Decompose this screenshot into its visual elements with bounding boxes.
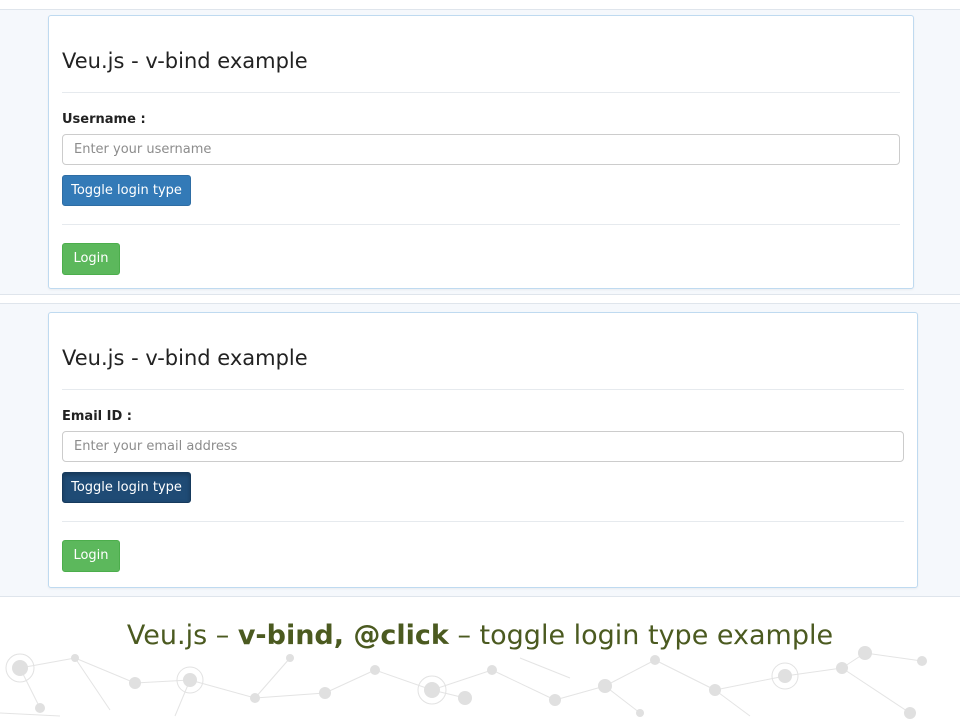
- login-panel: Veu.js - v-bind example Username : Toggl…: [48, 15, 914, 289]
- screenshot-email-mode: Veu.js - v-bind example Email ID : Toggl…: [0, 303, 960, 597]
- login-button[interactable]: Login: [62, 243, 120, 275]
- panel-title: Veu.js - v-bind example: [62, 346, 308, 370]
- screenshot-username-mode: Veu.js - v-bind example Username : Toggl…: [0, 9, 960, 295]
- username-input[interactable]: [62, 134, 900, 165]
- panel-title: Veu.js - v-bind example: [62, 49, 308, 73]
- email-input[interactable]: [62, 431, 904, 462]
- slide-caption: Veu.js – v-bind, @click – toggle login t…: [0, 617, 960, 655]
- toggle-login-type-button[interactable]: Toggle login type: [62, 472, 191, 503]
- caption-prefix: Veu.js –: [126, 620, 238, 651]
- divider: [62, 224, 900, 225]
- toggle-login-type-button[interactable]: Toggle login type: [62, 175, 191, 206]
- divider: [62, 92, 900, 93]
- email-label: Email ID :: [62, 409, 132, 424]
- caption-highlight: v-bind, @click: [237, 620, 449, 651]
- caption-suffix: – toggle login type example: [448, 620, 834, 651]
- username-label: Username :: [62, 112, 146, 127]
- divider: [62, 521, 904, 522]
- login-panel: Veu.js - v-bind example Email ID : Toggl…: [48, 312, 918, 588]
- login-button[interactable]: Login: [62, 540, 120, 572]
- divider: [62, 389, 904, 390]
